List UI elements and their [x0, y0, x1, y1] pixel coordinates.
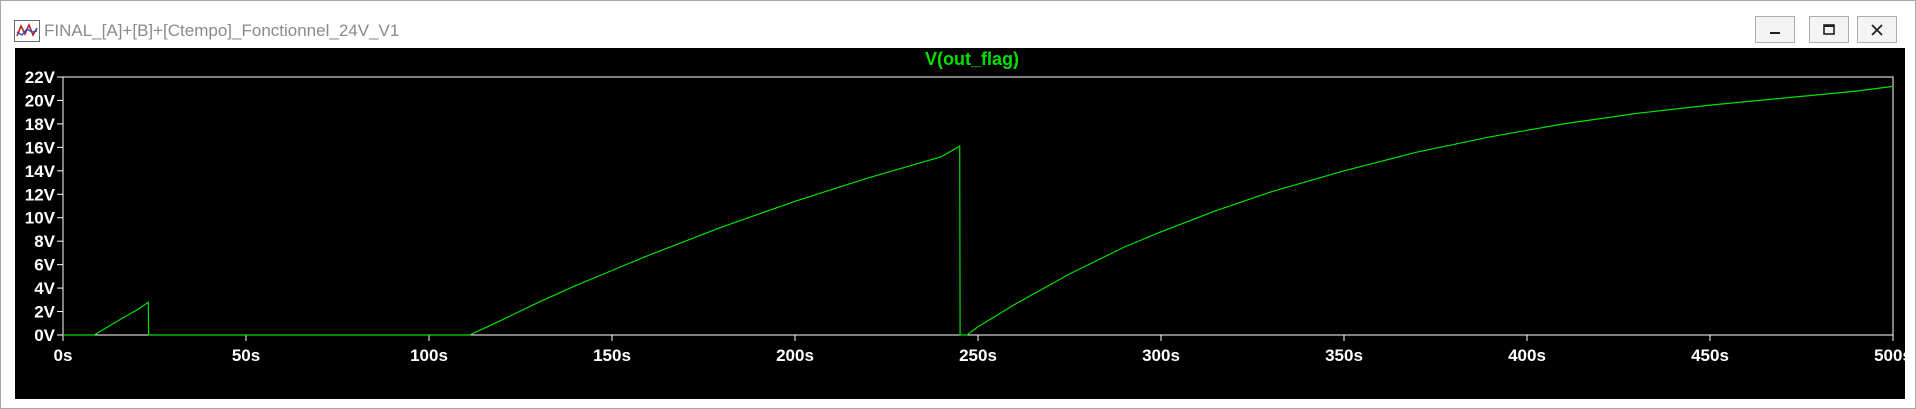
minimize-icon: [1770, 31, 1780, 34]
x-tick-label: 450s: [1691, 346, 1729, 365]
x-axis: 0s 50s 100s 150s 200s 250s 300s 350s 400s 450s 500…: [54, 335, 1905, 365]
x-tick-label: 50s: [232, 346, 260, 365]
y-tick-label: 10V: [25, 209, 56, 228]
y-tick-label: 16V: [25, 138, 56, 157]
y-tick-label: 22V: [25, 68, 56, 87]
close-icon: [1871, 23, 1883, 36]
y-tick-label: 2V: [34, 303, 55, 322]
x-tick-label: 200s: [776, 346, 814, 365]
x-tick-label: 0s: [54, 346, 73, 365]
y-tick-label: 18V: [25, 115, 56, 134]
chart-title: V(out_flag): [925, 49, 1019, 69]
y-tick-label: 8V: [34, 232, 55, 251]
x-tick-label: 100s: [410, 346, 448, 365]
y-tick-label: 12V: [25, 185, 56, 204]
y-tick-label: 6V: [34, 256, 55, 275]
x-tick-label: 400s: [1508, 346, 1546, 365]
y-tick-label: 14V: [25, 162, 56, 181]
series-line-v-out-flag: [63, 85, 1894, 336]
plot-area[interactable]: V(out_flag) 0V 2V 4V 6V 8V 10V 12V 14V 16V 18V 20V…: [15, 48, 1905, 399]
x-tick-label: 300s: [1142, 346, 1180, 365]
title-bar[interactable]: FINAL_[A]+[B]+[Ctempo]_Fonctionnel_24V_V…: [1, 1, 1915, 47]
close-button[interactable]: [1857, 16, 1897, 43]
y-axis: 0V 2V 4V 6V 8V 10V 12V 14V 16V 18V 20V 22V: [25, 68, 63, 345]
minimize-button[interactable]: [1755, 16, 1795, 43]
maximize-icon: [1823, 23, 1835, 35]
chart[interactable]: V(out_flag) 0V 2V 4V 6V 8V 10V 12V 14V 16V 18V 20V…: [15, 48, 1905, 399]
x-tick-label: 150s: [593, 346, 631, 365]
plot-window: FINAL_[A]+[B]+[Ctempo]_Fonctionnel_24V_V…: [0, 0, 1916, 409]
series-layer: [63, 85, 1894, 336]
maximize-button[interactable]: [1809, 16, 1849, 43]
y-tick-label: 4V: [34, 279, 55, 298]
window-title: FINAL_[A]+[B]+[Ctempo]_Fonctionnel_24V_V…: [44, 21, 400, 40]
x-tick-label: 500s: [1874, 346, 1905, 365]
x-tick-label: 250s: [959, 346, 997, 365]
waveform-viewer-icon: [14, 20, 40, 42]
y-tick-label: 20V: [25, 91, 56, 110]
y-tick-label: 0V: [34, 326, 55, 345]
x-tick-label: 350s: [1325, 346, 1363, 365]
